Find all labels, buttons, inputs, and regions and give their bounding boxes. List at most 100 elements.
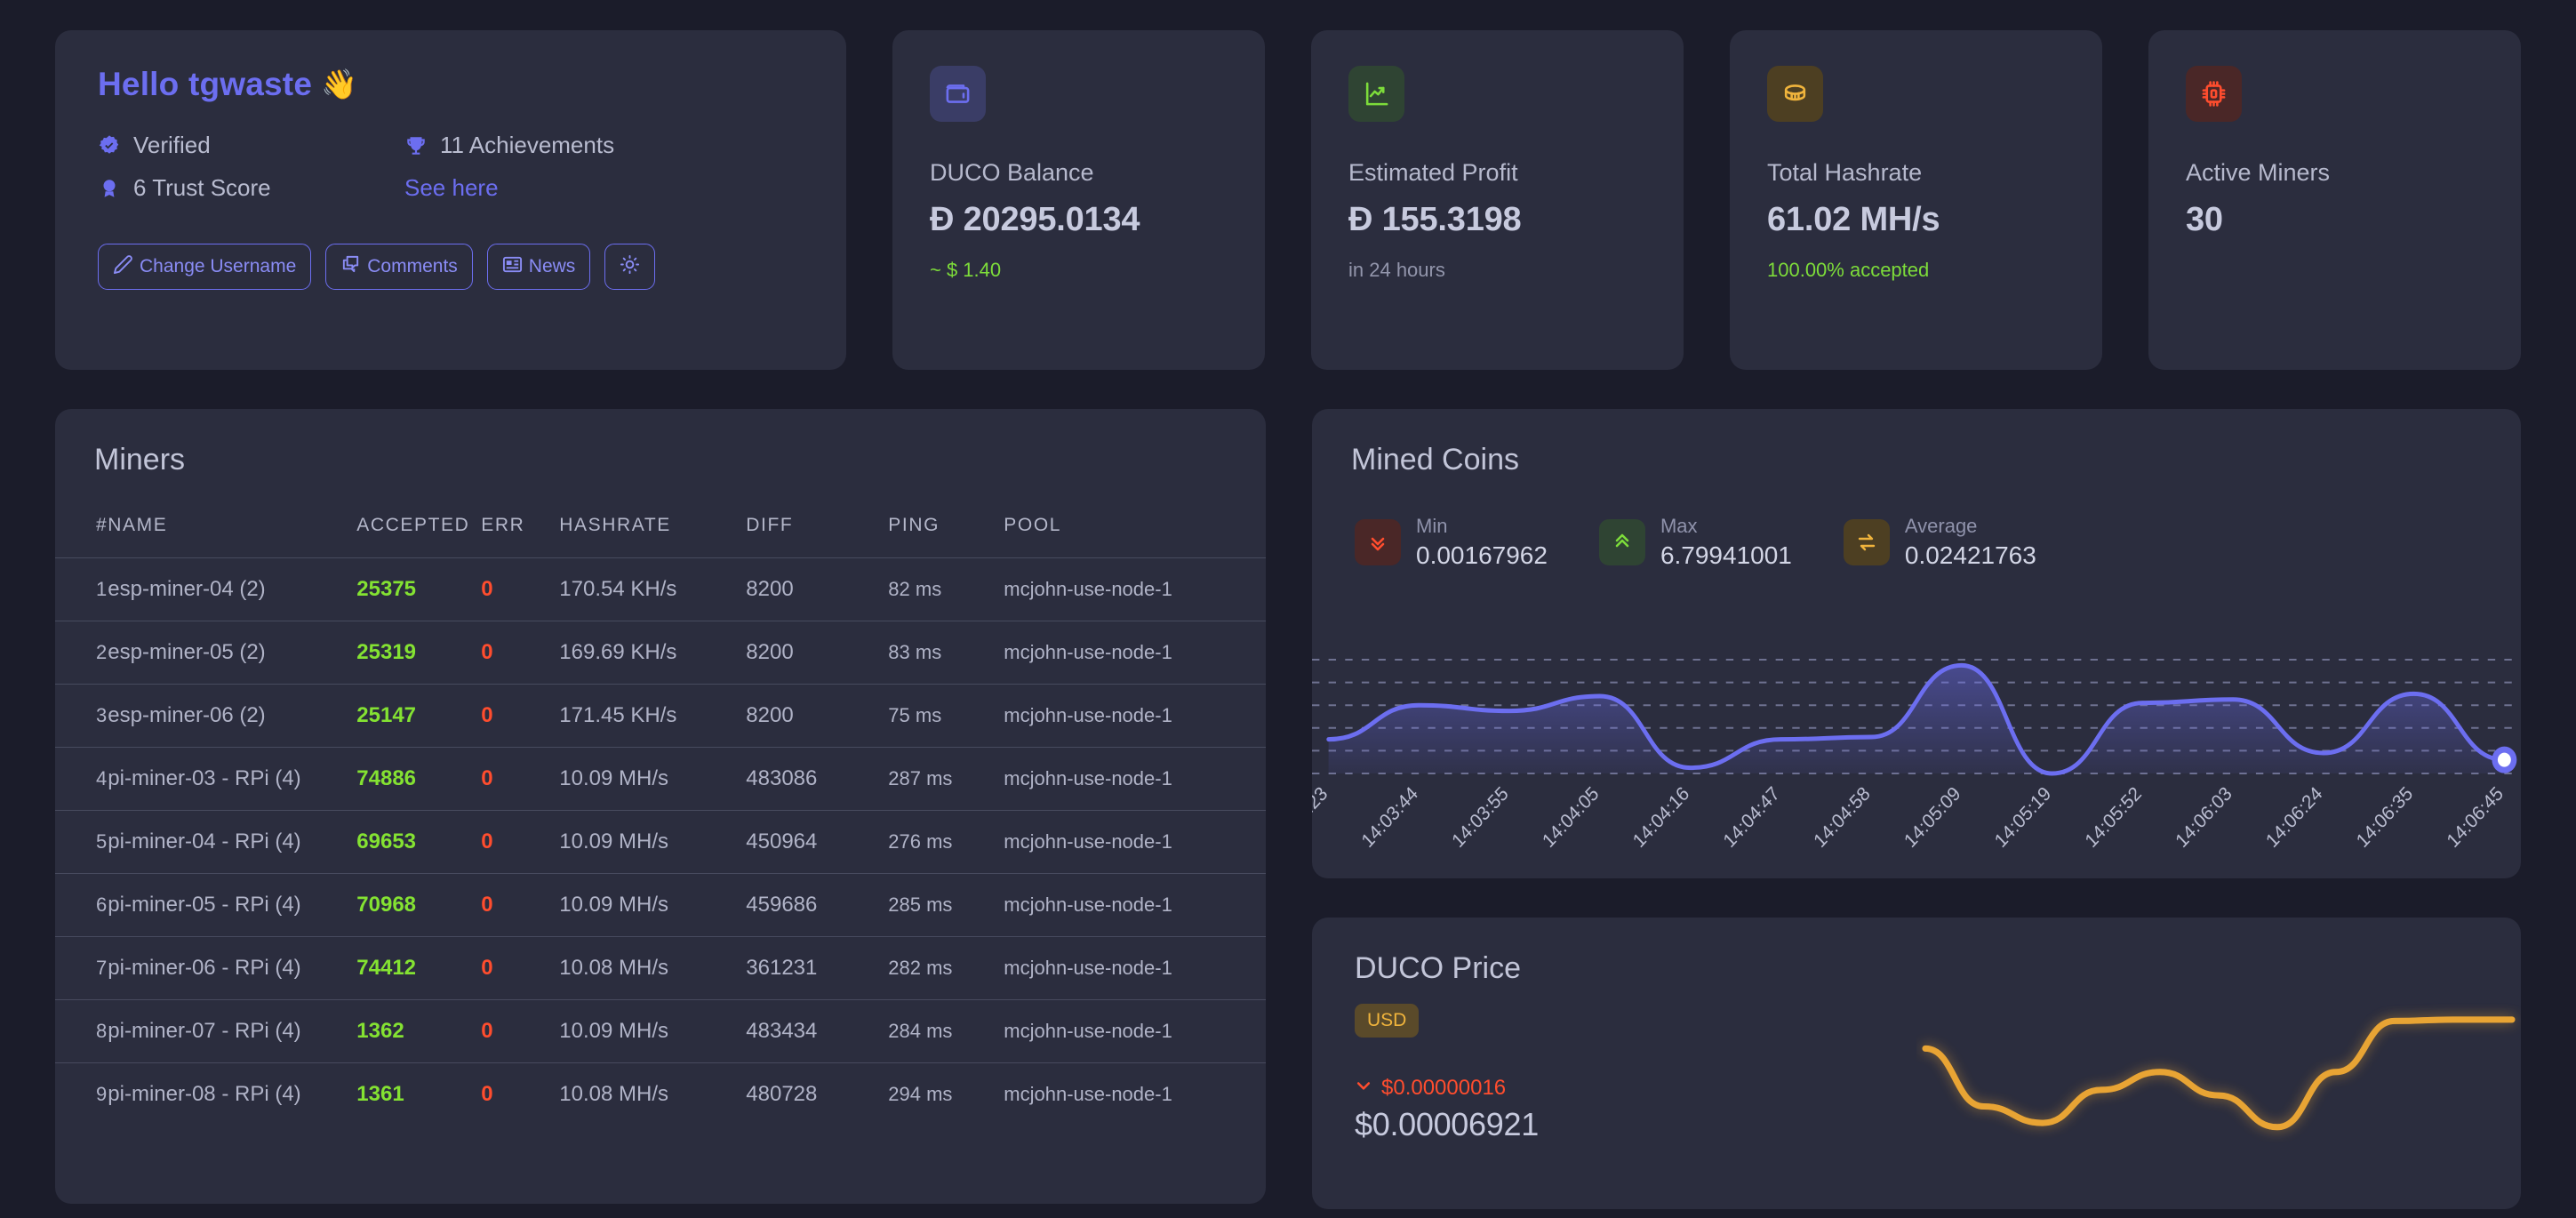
miner-pool: mcjohn-use-node-1: [1004, 1062, 1266, 1126]
miner-err: 0: [481, 1062, 560, 1126]
col-header-err[interactable]: ERR: [481, 515, 559, 558]
badge-check-icon: [98, 134, 121, 157]
miner-hashrate: 10.09 MH/s: [559, 810, 747, 874]
miner-pool: mcjohn-use-node-1: [1004, 684, 1266, 748]
table-row[interactable]: 1 esp-miner-04 (2) 25375 0 170.54 KH/s 8200 82…: [55, 557, 1266, 621]
col-header-index[interactable]: #: [55, 515, 108, 558]
miner-pool: mcjohn-use-node-1: [1004, 557, 1266, 621]
miner-err: 0: [481, 999, 560, 1063]
x-axis-tick-label: 14:06:35: [2352, 782, 2417, 852]
miner-index: 2: [55, 621, 108, 685]
miner-pool: mcjohn-use-node-1: [1004, 873, 1266, 937]
x-axis-tick-label: 14:06:24: [2262, 782, 2327, 852]
stat-value: Ð 155.3198: [1348, 201, 1522, 238]
wave-emoji: 👋: [321, 67, 358, 100]
miner-index: 9: [55, 1062, 108, 1126]
trust-score-badge: 6 Trust Score: [98, 174, 404, 202]
table-header-row: # NAME ACCEPTED ERR HASHRATE DIFF PING P…: [55, 515, 1266, 558]
change-username-button[interactable]: Change Username: [98, 244, 312, 290]
stat-label: Estimated Profit: [1348, 159, 1518, 186]
miners-table: # NAME ACCEPTED ERR HASHRATE DIFF PING P…: [55, 515, 1266, 1126]
col-header-accepted[interactable]: ACCEPTED: [356, 515, 481, 558]
news-label: News: [528, 256, 576, 276]
duco-price-chart[interactable]: [1916, 983, 2521, 1209]
trust-score-label: 6 Trust Score: [133, 174, 271, 201]
exchange-icon: [1843, 519, 1890, 565]
miner-hashrate: 10.09 MH/s: [559, 873, 747, 937]
x-axis-tick-label: 14:04:05: [1539, 782, 1604, 852]
col-header-diff[interactable]: DIFF: [746, 515, 888, 558]
trophy-icon: [404, 134, 428, 157]
miner-index: 7: [55, 936, 108, 1000]
x-axis-tick-label: 14:05:52: [2081, 782, 2146, 852]
miner-accepted: 1361: [356, 1062, 482, 1126]
miner-ping: 287 ms: [888, 747, 1004, 811]
col-header-ping[interactable]: PING: [888, 515, 1004, 558]
miner-name: pi-miner-03 - RPi (4): [108, 747, 357, 811]
table-row[interactable]: 4 pi-miner-03 - RPi (4) 74886 0 10.09 MH/s 48…: [55, 747, 1266, 811]
x-axis-tick-label: 14:03:44: [1357, 782, 1422, 852]
table-row[interactable]: 3 esp-miner-06 (2) 25147 0 171.45 KH/s 8200 75…: [55, 684, 1266, 748]
miner-name: pi-miner-07 - RPi (4): [108, 999, 357, 1063]
table-row[interactable]: 6 pi-miner-05 - RPi (4) 70968 0 10.09 MH/s 45…: [55, 873, 1266, 937]
table-row[interactable]: 7 pi-miner-06 - RPi (4) 74412 0 10.08 MH/s 36…: [55, 936, 1266, 1000]
badge-grid: Verified 11 Achievements 6 Trust Score S…: [98, 132, 804, 202]
miner-index: 8: [55, 999, 108, 1063]
miner-err: 0: [481, 684, 560, 748]
col-header-hashrate[interactable]: HASHRATE: [559, 515, 746, 558]
miner-err: 0: [481, 621, 560, 685]
currency-chip[interactable]: USD: [1355, 1004, 1420, 1038]
mined-coins-panel: Mined Coins Min 0.00167962 Max 6.7994100…: [1312, 409, 2521, 878]
verified-label: Verified: [133, 132, 211, 158]
miner-ping: 276 ms: [888, 810, 1004, 874]
right-column: Mined Coins Min 0.00167962 Max 6.7994100…: [1312, 409, 2521, 1209]
miners-table-body: 1 esp-miner-04 (2) 25375 0 170.54 KH/s 8200 82…: [55, 557, 1266, 1126]
miner-accepted: 25375: [356, 557, 482, 621]
table-row[interactable]: 8 pi-miner-07 - RPi (4) 1362 0 10.09 MH/s 483…: [55, 999, 1266, 1063]
miner-name: pi-miner-04 - RPi (4): [108, 810, 357, 874]
stat-label: Total Hashrate: [1767, 159, 1923, 186]
miner-accepted: 74886: [356, 747, 482, 811]
table-row[interactable]: 2 esp-miner-05 (2) 25319 0 169.69 KH/s 8200 83…: [55, 621, 1266, 685]
stat-label: DUCO Balance: [930, 159, 1094, 186]
miner-pool: mcjohn-use-node-1: [1004, 999, 1266, 1063]
stat-card-estimated-profit: Estimated Profit Ð 155.3198 in 24 hours: [1311, 30, 1684, 370]
price-line: [1922, 1016, 2516, 1131]
col-header-name[interactable]: NAME: [108, 515, 356, 558]
x-axis-tick-label: 14:04:16: [1628, 782, 1693, 852]
bottom-row: Miners # NAME ACCEPTED ERR HASHRATE DIFF…: [55, 409, 2521, 1209]
miner-diff: 8200: [746, 621, 889, 685]
chart-line-icon: [1348, 66, 1404, 122]
table-row[interactable]: 9 pi-miner-08 - RPi (4) 1361 0 10.08 MH/s 480…: [55, 1062, 1266, 1126]
news-icon: [502, 254, 523, 280]
miner-accepted: 74412: [356, 936, 482, 1000]
miner-err: 0: [481, 557, 560, 621]
miner-diff: 8200: [746, 557, 889, 621]
x-axis-tick-label: 14:06:45: [2443, 782, 2508, 852]
mined-coins-chart[interactable]: 14:03:23 14:03:44 14:03:55 14:04:05 14:04:16…: [1312, 649, 2521, 878]
news-button[interactable]: News: [486, 244, 591, 290]
comments-button[interactable]: Comments: [325, 244, 473, 290]
theme-toggle-button[interactable]: [604, 244, 656, 290]
miner-name: pi-miner-05 - RPi (4): [108, 873, 357, 937]
average-value: 0.02421763: [1904, 541, 2036, 569]
max-value: 6.79941001: [1660, 541, 1792, 569]
miner-index: 6: [55, 873, 108, 937]
col-header-pool[interactable]: POOL: [1004, 515, 1266, 558]
welcome-card: Hello tgwaste 👋 Verified 11 Achievements: [55, 30, 846, 370]
see-here-link[interactable]: See here: [404, 174, 804, 202]
miner-ping: 282 ms: [888, 936, 1004, 1000]
x-axis-tick-label: 14:03:23: [1312, 782, 1332, 852]
miner-accepted: 69653: [356, 810, 482, 874]
sun-icon: [620, 254, 640, 280]
stat-sub: ~ $ 1.40: [930, 259, 1002, 281]
miner-diff: 480728: [746, 1062, 889, 1126]
price-change-value: $0.00000016: [1381, 1076, 1507, 1100]
miner-hashrate: 10.09 MH/s: [559, 999, 747, 1063]
panel-title: Miners: [94, 443, 186, 477]
miner-name: esp-miner-06 (2): [108, 684, 357, 748]
stat-value: 30: [2186, 201, 2223, 238]
price-line-glow: [1922, 1016, 2516, 1131]
table-row[interactable]: 5 pi-miner-04 - RPi (4) 69653 0 10.09 MH/s 45…: [55, 810, 1266, 874]
miner-index: 4: [55, 747, 108, 811]
